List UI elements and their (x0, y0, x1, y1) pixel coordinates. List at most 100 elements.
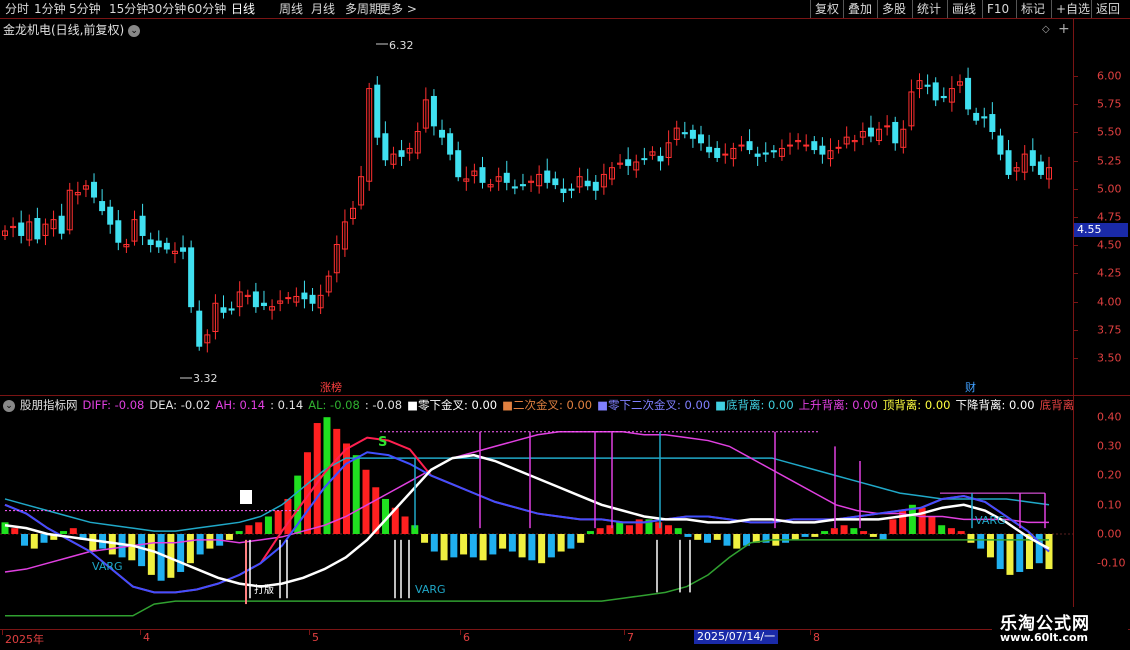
candle-body (309, 294, 316, 304)
candle-body (196, 310, 203, 347)
date-tick (624, 630, 625, 635)
macd-histogram-bar (60, 531, 68, 534)
macd-histogram-bar (89, 534, 97, 552)
indicator-value-8: ■零下二次金叉: 0.00 (597, 398, 711, 412)
macd-histogram-bar (782, 534, 790, 543)
macd-histogram-bar (352, 455, 360, 534)
candle-body (180, 247, 187, 252)
current-price-badge: 4.55 (1074, 223, 1128, 237)
macd-histogram-bar (821, 531, 829, 534)
date-tick (810, 630, 811, 635)
indicator-value-13: 底背离: 0.00 (1039, 398, 1073, 412)
candle-body (1029, 150, 1036, 166)
date-tick (309, 630, 310, 635)
macd-histogram-bar (567, 534, 575, 549)
indicator-header: ⌄ 股朋指标网 DIFF: -0.08 DEA: -0.02 AH: 0.14: 0.1… (0, 397, 1073, 413)
date-label: 2025年 (5, 633, 44, 646)
varg-label: VARG (415, 583, 446, 596)
candle-body (301, 292, 308, 300)
candle-body (252, 291, 259, 308)
price-tick: 5.25 (1097, 154, 1122, 168)
macd-histogram-bar (255, 522, 263, 534)
macd-histogram-bar (469, 534, 477, 558)
date-label: 8 (813, 631, 820, 644)
date-label: 7 (627, 631, 634, 644)
macd-histogram-bar (333, 428, 341, 534)
macd-histogram-bar (245, 525, 253, 534)
candle-body (91, 181, 98, 198)
indicator-value-12: 下降背离: 0.00 (955, 398, 1035, 412)
candle-body (722, 153, 729, 156)
gear-icon[interactable]: ⌄ (3, 399, 15, 412)
price-tick: 5.75 (1097, 97, 1122, 111)
macd-histogram-bar (801, 534, 809, 537)
indicator-name[interactable]: 股朋指标网 (20, 398, 78, 412)
candle-body (188, 247, 195, 308)
macd-histogram-bar (547, 534, 555, 558)
macd-histogram-bar (625, 525, 633, 534)
macd-histogram-bar (967, 534, 975, 543)
macd-histogram-bar (616, 522, 624, 534)
candle-body (981, 116, 988, 119)
candle-body (455, 150, 462, 178)
macd-histogram-bar (264, 516, 272, 534)
macd-histogram-bar (977, 534, 985, 549)
indicator-value-0: DIFF: -0.08 (82, 398, 145, 412)
indicator-value-1: DEA: -0.02 (149, 398, 211, 412)
high-price-label: 6.32 (389, 39, 414, 52)
candle-body (892, 121, 899, 144)
candle-body (155, 240, 162, 248)
candle-body (965, 77, 972, 110)
macd-histogram-bar (342, 443, 350, 534)
candle-body (1005, 150, 1012, 175)
candle-body (99, 201, 106, 212)
price-tick-mark (1073, 160, 1078, 162)
macd-histogram-bar (196, 534, 204, 555)
candle-body (163, 242, 170, 250)
candle-body (746, 141, 753, 151)
macd-histogram-bar (362, 469, 370, 534)
macd-histogram-bar (694, 534, 702, 540)
panel-separator (0, 395, 1130, 396)
macd-histogram-bar (489, 534, 497, 555)
candle-body (139, 215, 146, 236)
candle-body (544, 170, 551, 183)
price-tick-mark (1073, 217, 1078, 218)
macd-histogram-bar (938, 525, 946, 534)
macd-histogram-bar (401, 516, 409, 534)
macd-histogram-bar (830, 528, 838, 534)
candle-body (107, 206, 114, 225)
indicator-tick: 0.10 (1097, 498, 1122, 512)
date-tick (2, 630, 3, 635)
price-tick: 4.50 (1097, 238, 1122, 252)
candlestick-chart[interactable]: 6.32 3.32 涨榜 财 VARG VARG VARG S 打版 (0, 0, 1073, 630)
price-tick: 5.00 (1097, 182, 1122, 196)
macd-histogram-bar (528, 534, 536, 561)
candle-body (228, 308, 235, 311)
date-tick (460, 630, 461, 635)
indicator-value-10: 上升背离: 0.00 (798, 398, 878, 412)
signal-white-square (240, 490, 252, 504)
candle-body (147, 239, 154, 245)
macd-histogram-bar (40, 534, 48, 543)
macd-histogram-bar (684, 534, 692, 537)
macd-histogram-bar (723, 534, 731, 546)
watermark: 乐淘公式网 www.60lt.com (992, 607, 1128, 649)
macd-histogram-bar (947, 528, 955, 534)
toolbar-button-8[interactable]: 返回 (1091, 0, 1124, 18)
macd-histogram-bar (889, 519, 897, 534)
macd-histogram-bar (557, 534, 565, 552)
candle-body (706, 146, 713, 153)
macd-histogram-bar (479, 534, 487, 561)
candle-body (738, 144, 745, 147)
event-marker-zhangbang: 涨榜 (320, 380, 342, 394)
price-tick-mark (1073, 188, 1078, 190)
date-label: 6 (463, 631, 470, 644)
macd-histogram-bar (430, 534, 438, 552)
macd-histogram-bar (957, 531, 965, 534)
candle-body (681, 132, 688, 135)
indicator-tick: -0.10 (1097, 556, 1126, 570)
macd-histogram-bar (421, 534, 429, 543)
indicator-tick: 0.20 (1097, 468, 1122, 482)
macd-histogram-bar (284, 498, 292, 534)
